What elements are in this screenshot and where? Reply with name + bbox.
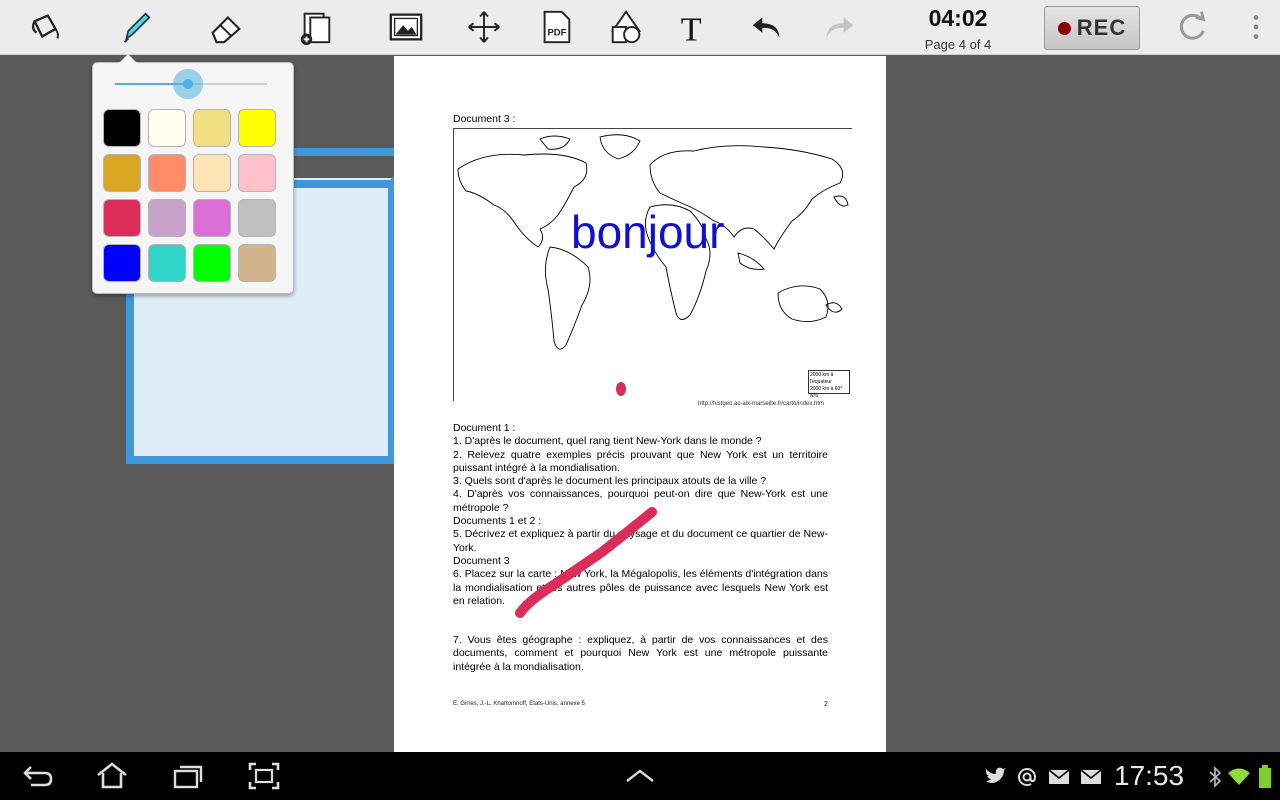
timer: 04:02	[928, 5, 988, 31]
pen-icon[interactable]	[114, 6, 158, 48]
top-toolbar: PDF T 04:02 Page 4 of 4 REC	[0, 0, 1280, 55]
popup-pointer	[119, 54, 137, 63]
redo-icon	[816, 6, 860, 48]
add-page-icon[interactable]	[294, 6, 338, 48]
record-dot-icon	[1057, 21, 1071, 35]
back-icon[interactable]	[18, 760, 58, 792]
ink-layer[interactable]	[394, 56, 886, 752]
color-palette	[103, 109, 276, 282]
color-swatch[interactable]	[148, 244, 186, 282]
pen-size-slider-thumb[interactable]	[172, 69, 203, 99]
bluetooth-icon	[1204, 766, 1226, 788]
color-swatch[interactable]	[193, 109, 231, 147]
mail-icon	[1048, 766, 1070, 788]
battery-icon	[1254, 765, 1276, 788]
color-swatch[interactable]	[148, 154, 186, 192]
pen-size-slider[interactable]	[115, 69, 267, 99]
screenshot-icon[interactable]	[244, 760, 284, 792]
color-swatch[interactable]	[238, 154, 276, 192]
up-arrow-icon[interactable]	[620, 760, 660, 792]
mail-icon	[1080, 766, 1102, 788]
record-button[interactable]: REC	[1044, 6, 1140, 50]
system-navbar: 17:53	[0, 752, 1280, 800]
document-page[interactable]: Document 3 : bonjour 2000 km à l'équateu…	[394, 56, 886, 752]
svg-text:T: T	[681, 11, 702, 46]
color-swatch[interactable]	[193, 199, 231, 237]
refresh-icon[interactable]	[1170, 6, 1214, 48]
color-swatch[interactable]	[103, 244, 141, 282]
move-icon[interactable]	[462, 6, 506, 48]
page-indicator: Page 4 of 4	[924, 37, 992, 52]
color-swatch[interactable]	[148, 199, 186, 237]
color-swatch[interactable]	[193, 244, 231, 282]
image-icon[interactable]	[384, 6, 428, 48]
shapes-icon[interactable]	[604, 6, 648, 48]
overflow-menu-icon[interactable]	[1236, 6, 1276, 48]
ink-dot	[616, 382, 626, 396]
status-clock: 17:53	[1114, 760, 1185, 791]
color-swatch[interactable]	[103, 199, 141, 237]
record-label: REC	[1076, 15, 1127, 40]
text-icon[interactable]: T	[672, 6, 716, 48]
color-swatch[interactable]	[103, 154, 141, 192]
pdf-icon[interactable]: PDF	[534, 6, 578, 48]
color-swatch[interactable]	[238, 199, 276, 237]
wifi-icon	[1228, 766, 1250, 788]
color-swatch[interactable]	[103, 109, 141, 147]
undo-icon[interactable]	[746, 6, 790, 48]
recent-apps-icon[interactable]	[168, 760, 208, 792]
paint-bucket-icon[interactable]	[24, 6, 68, 48]
pen-settings-popup	[92, 54, 294, 294]
home-icon[interactable]	[92, 760, 132, 792]
color-swatch[interactable]	[238, 109, 276, 147]
color-swatch[interactable]	[148, 109, 186, 147]
color-swatch[interactable]	[193, 154, 231, 192]
twitter-icon	[984, 766, 1006, 788]
svg-text:PDF: PDF	[547, 28, 566, 39]
color-swatch[interactable]	[238, 244, 276, 282]
ink-stroke	[515, 507, 657, 618]
eraser-icon[interactable]	[204, 6, 248, 48]
at-icon	[1016, 766, 1038, 788]
